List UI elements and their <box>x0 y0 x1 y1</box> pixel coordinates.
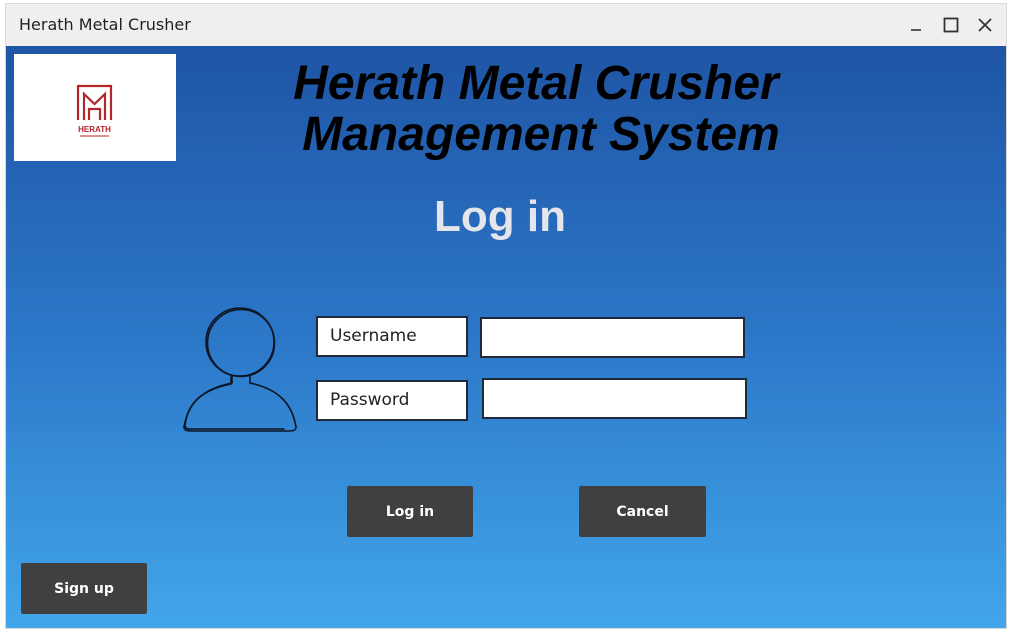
app-window: Herath Metal Crusher HERATH Herath Metal… <box>5 3 1007 629</box>
username-input[interactable] <box>480 317 745 358</box>
close-icon[interactable] <box>972 12 998 38</box>
login-panel: HERATH Herath Metal Crusher Management S… <box>6 46 1006 628</box>
window-title: Herath Metal Crusher <box>19 15 191 34</box>
heading-line-1: Herath Metal Crusher <box>293 57 779 110</box>
login-title: Log in <box>434 192 566 241</box>
minimize-icon[interactable] <box>903 12 929 38</box>
cancel-button[interactable]: Cancel <box>579 486 706 537</box>
hm-logo-icon: HERATH <box>76 84 113 137</box>
password-input[interactable] <box>482 378 747 419</box>
heading-line-2: Management System <box>302 108 780 161</box>
password-label: Password <box>316 380 468 421</box>
signup-button[interactable]: Sign up <box>21 563 147 614</box>
user-avatar-icon <box>182 303 298 438</box>
company-logo: HERATH <box>14 54 176 161</box>
maximize-icon[interactable] <box>938 12 964 38</box>
title-bar: Herath Metal Crusher <box>6 4 1006 46</box>
svg-text:HERATH: HERATH <box>78 125 111 134</box>
login-button[interactable]: Log in <box>347 486 473 537</box>
app-heading: Herath Metal Crusher Management System <box>186 58 886 160</box>
username-label: Username <box>316 316 468 357</box>
